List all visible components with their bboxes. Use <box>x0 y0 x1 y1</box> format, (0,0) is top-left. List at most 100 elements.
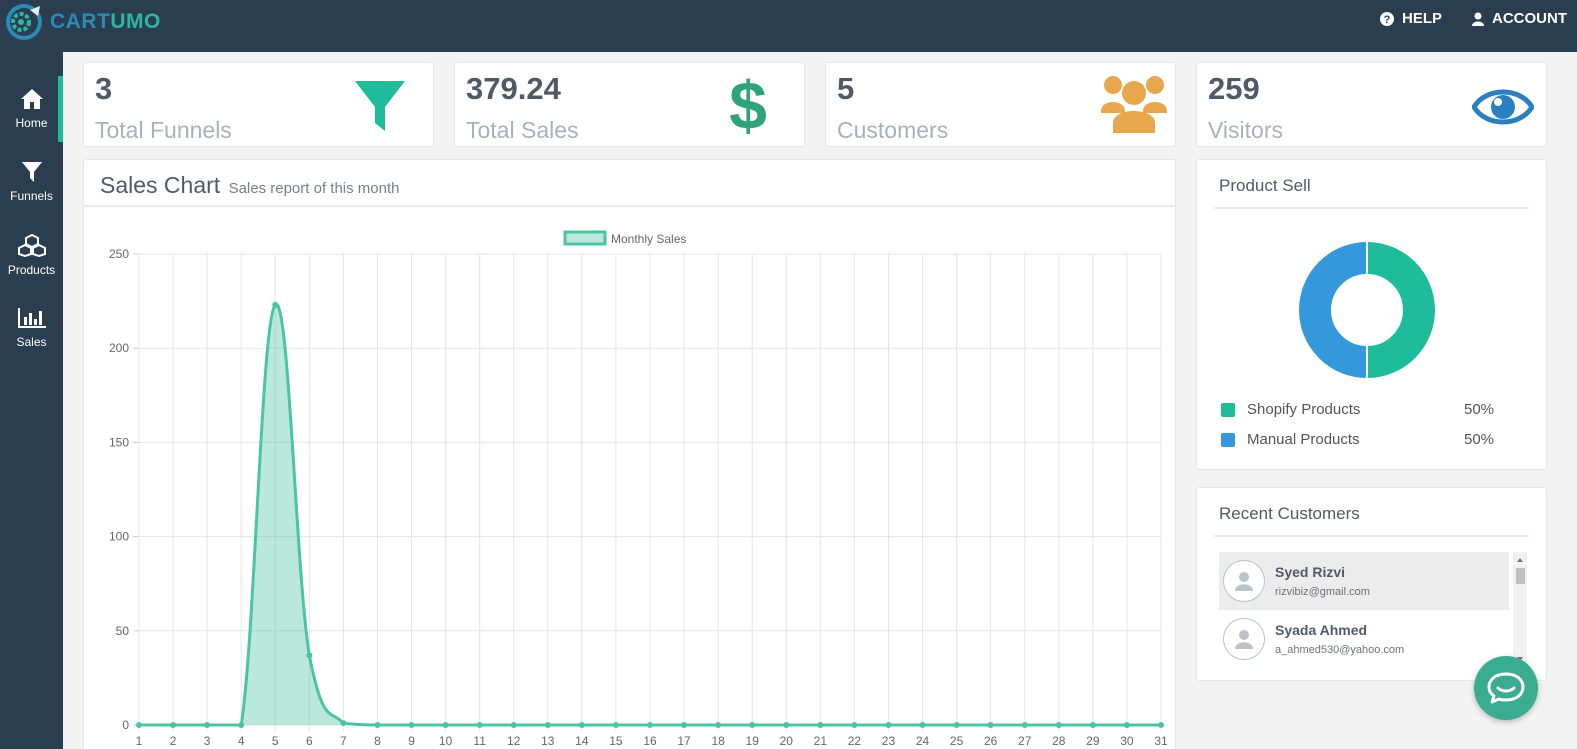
sales-data-point <box>306 652 313 659</box>
legend-label: Shopify Products <box>1247 401 1361 418</box>
x-tick-label: 20 <box>780 734 794 748</box>
sidebar-item-home[interactable]: Home <box>0 76 63 142</box>
sales-data-point <box>374 722 381 728</box>
help-label: HELP <box>1401 10 1442 27</box>
product-sell-panel: Product Sell Shopify Products 50% Manual… <box>1196 159 1547 470</box>
help-link[interactable]: ? HELP <box>1379 10 1442 27</box>
stat-card-visitors: 259 Visitors <box>1196 62 1547 147</box>
sales-data-point <box>919 722 926 728</box>
x-tick-label: 2 <box>170 734 177 748</box>
y-tick-label: 200 <box>109 341 129 355</box>
users-icon <box>1101 76 1167 133</box>
x-tick-label: 17 <box>677 734 691 748</box>
sales-chart-title: Sales Chart <box>100 172 221 198</box>
y-tick-label: 50 <box>116 624 130 638</box>
legend-swatch <box>563 230 607 246</box>
legend-swatch <box>1221 432 1235 447</box>
stat-label: Total Funnels <box>95 117 232 143</box>
dollar-icon: $ <box>729 73 767 135</box>
brand-logo[interactable]: CARTUMO <box>4 0 161 44</box>
sales-data-point <box>272 301 279 308</box>
sales-data-point <box>817 722 824 728</box>
x-tick-label: 18 <box>711 734 725 748</box>
sales-data-point <box>1089 722 1096 728</box>
sales-data-point <box>1021 722 1028 728</box>
x-tick-label: 22 <box>848 734 862 748</box>
account-label: ACCOUNT <box>1492 10 1567 27</box>
stat-card-funnels: 3 Total Funnels <box>83 62 434 147</box>
x-tick-label: 12 <box>507 734 521 748</box>
customer-email: a_ahmed530@yahoo.com <box>1275 644 1405 656</box>
panel-divider <box>1214 535 1529 537</box>
sidebar-item-label: Products <box>7 263 56 277</box>
x-tick-label: 30 <box>1120 734 1134 748</box>
customer-item[interactable]: Syada Ahmed a_ahmed530@yahoo.com <box>1219 610 1509 667</box>
cubes-icon <box>17 233 46 257</box>
sales-data-point <box>578 722 585 728</box>
x-tick-label: 3 <box>204 734 211 748</box>
x-tick-label: 29 <box>1086 734 1100 748</box>
sales-data-point <box>544 722 551 728</box>
sales-data-point <box>749 722 756 728</box>
y-tick-label: 100 <box>109 530 129 544</box>
stat-value: 3 <box>95 71 113 106</box>
customer-email: rizvibiz@gmail.com <box>1275 586 1370 598</box>
x-tick-label: 13 <box>541 734 555 748</box>
x-tick-label: 21 <box>814 734 828 748</box>
sidebar-item-funnels[interactable]: Funnels <box>0 149 63 215</box>
bar-chart-icon <box>17 308 46 328</box>
user-avatar-icon <box>1235 630 1253 649</box>
sidebar-item-products[interactable]: Products <box>0 222 63 288</box>
sales-data-point <box>136 722 142 728</box>
sidebar-item-label: Funnels <box>10 189 53 203</box>
sales-data-point <box>987 722 994 728</box>
sales-chart-panel: Sales Chart Sales report of this month 0… <box>83 159 1176 749</box>
customer-name: Syed Rizvi <box>1275 564 1346 580</box>
svg-text:?: ? <box>1384 14 1391 26</box>
sales-data-point <box>476 722 483 728</box>
brand-name-prefix: CART <box>50 10 111 33</box>
sales-data-point <box>204 722 211 728</box>
x-tick-label: 10 <box>439 734 453 748</box>
sales-data-point <box>1158 722 1164 728</box>
sales-data-point <box>170 722 177 728</box>
account-link[interactable]: ACCOUNT <box>1472 10 1567 27</box>
legend-manual-products: Manual Products 50% <box>1221 431 1521 448</box>
recent-customers-panel: Recent Customers Syed Rizvi rizvibiz@gma… <box>1196 487 1547 681</box>
customer-list[interactable]: Syed Rizvi rizvibiz@gmail.com Syada Ahme… <box>1219 552 1509 667</box>
x-tick-label: 25 <box>950 734 964 748</box>
legend-swatch <box>1221 402 1235 417</box>
sidebar-item-label: Sales <box>16 335 47 349</box>
brand-name-suffix: UMO <box>110 10 161 33</box>
x-tick-label: 26 <box>984 734 998 748</box>
sales-data-point <box>510 722 517 728</box>
sidebar: Home Funnels Products Sales <box>0 52 63 749</box>
funnel-icon <box>355 81 405 131</box>
sales-data-point <box>1055 722 1062 728</box>
legend-shopify-products: Shopify Products 50% <box>1221 401 1521 418</box>
x-tick-label: 7 <box>340 734 347 748</box>
sales-data-point <box>681 722 688 728</box>
donut-slice <box>1299 242 1368 378</box>
question-circle-icon: ? <box>1379 11 1394 26</box>
panel-divider <box>1214 207 1529 209</box>
x-tick-label: 27 <box>1018 734 1032 748</box>
avatar <box>1223 618 1265 660</box>
x-tick-label: 19 <box>746 734 760 748</box>
donut-slice <box>1366 242 1435 378</box>
customer-item[interactable]: Syed Rizvi rizvibiz@gmail.com <box>1219 552 1509 610</box>
stat-label: Visitors <box>1208 117 1283 143</box>
x-tick-label: 31 <box>1154 734 1168 748</box>
scroll-thumb[interactable] <box>1516 568 1525 584</box>
user-avatar-icon <box>1235 572 1253 591</box>
sidebar-item-sales[interactable]: Sales <box>0 295 63 361</box>
x-tick-label: 16 <box>643 734 657 748</box>
stat-card-customers: 5 Customers <box>825 62 1176 147</box>
chat-button[interactable] <box>1474 656 1538 720</box>
x-tick-label: 5 <box>272 734 279 748</box>
customer-list-scrollbar[interactable] <box>1513 552 1527 667</box>
sales-data-point <box>885 722 892 728</box>
legend-percent: 50% <box>1464 431 1495 448</box>
scroll-up-arrow-icon[interactable] <box>1513 554 1527 566</box>
stat-card-sales: 379.24 Total Sales $ <box>454 62 805 147</box>
